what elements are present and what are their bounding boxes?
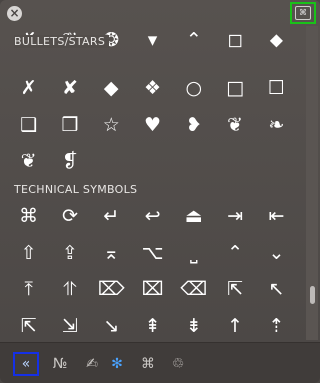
asterisk-icon[interactable]: ✻ <box>104 352 130 376</box>
technical-grid: ⌘ ⟳ ↵ ↩ ⏏ ⇥ ⇤ ⇧ ⇪ ⌅ ⌥ ⎵ ⌃ ⌄ ⤒ ⥣ ⌦ ⌧ ⌫ ⇱ … <box>8 198 304 340</box>
section-title-technical: TECHNICAL SYMBOLS <box>14 183 138 196</box>
symbol-cell[interactable]: ⌃ <box>214 235 255 272</box>
symbol-cell[interactable]: ↵ <box>91 198 132 235</box>
symbol-cell[interactable]: □ <box>214 70 255 107</box>
symbol-cell[interactable]: ◆ <box>91 70 132 107</box>
symbol-cell[interactable]: ⇞ <box>132 308 173 341</box>
symbol-cell[interactable]: ♥ <box>132 107 173 144</box>
symbol-cell[interactable]: ○ <box>173 70 214 107</box>
symbol-cell[interactable]: ❡ <box>49 143 90 180</box>
close-icon[interactable]: × <box>7 6 22 21</box>
category-bar: « № ✍ ✻ ⌘ ♲ <box>0 342 320 383</box>
symbol-cell[interactable]: ⌫ <box>173 271 214 308</box>
symbol-cell[interactable]: ⤒ <box>8 271 49 308</box>
number-symbols-icon[interactable]: № <box>47 352 73 376</box>
pen-icon[interactable]: ✍ <box>79 352 105 376</box>
symbol-cell[interactable]: ☐ <box>256 70 297 107</box>
symbol-cell[interactable]: ❧ <box>256 107 297 144</box>
keyboard-icon: ⌘ <box>295 6 311 20</box>
symbol-cell[interactable]: ❒ <box>49 107 90 144</box>
symbol-cell[interactable]: ⌧ <box>132 271 173 308</box>
recycle-icon[interactable]: ♲ <box>165 352 191 376</box>
symbol-cell[interactable]: ❦ <box>8 143 49 180</box>
symbol-cell[interactable]: ⌃ <box>173 28 214 59</box>
symbol-cell[interactable]: ⇲ <box>49 308 90 341</box>
symbol-cell[interactable]: ❦ <box>214 107 255 144</box>
symbol-cell[interactable]: ⟳ <box>49 198 90 235</box>
symbol-cell[interactable]: ⌥ <box>132 235 173 272</box>
symbol-cell[interactable]: ⇧ <box>8 235 49 272</box>
symbol-cell[interactable]: ⌦ <box>91 271 132 308</box>
symbol-cell[interactable]: ⇪ <box>49 235 90 272</box>
collapse-sidebar-icon[interactable]: « <box>13 352 39 376</box>
symbol-cell[interactable]: ↩ <box>132 198 173 235</box>
symbol-cell[interactable]: ⇟ <box>173 308 214 341</box>
character-viewer-panel: × ⌘ ✗ ❦ ❂ ▾ ⌃ ◻ ⬥ BULLETS/STARS ✗ ✘ ◆ ❖ … <box>0 0 320 383</box>
bullets-grid: ✗ ✘ ◆ ❖ ○ □ ☐ ❑ ❒ ☆ ♥ ❥ ❦ ❧ ❦ ❡ <box>8 70 304 180</box>
symbol-cell[interactable]: ✘ <box>49 70 90 107</box>
symbol-cell[interactable]: ↑ <box>214 308 255 341</box>
symbol-cell[interactable]: ☆ <box>91 107 132 144</box>
symbol-cell[interactable]: ❥ <box>173 107 214 144</box>
symbol-cell[interactable]: ⌄ <box>256 235 297 272</box>
symbol-cell[interactable]: ▾ <box>132 28 173 59</box>
symbol-cell[interactable]: ⏏ <box>173 198 214 235</box>
symbol-list: ✗ ❦ ❂ ▾ ⌃ ◻ ⬥ BULLETS/STARS ✗ ✘ ◆ ❖ ○ □ … <box>0 28 306 340</box>
symbol-cell[interactable]: ⬥ <box>256 28 297 59</box>
symbol-cell[interactable]: ⇱ <box>214 271 255 308</box>
symbol-cell[interactable]: ⥣ <box>49 271 90 308</box>
symbol-cell[interactable]: ⌘ <box>8 198 49 235</box>
symbol-cell[interactable]: ↘ <box>91 308 132 341</box>
symbol-cell[interactable]: ◻ <box>214 28 255 59</box>
symbol-cell[interactable]: ❑ <box>8 107 49 144</box>
keyboard-viewer-button[interactable]: ⌘ <box>290 2 316 24</box>
scroll-thumb[interactable] <box>310 286 315 304</box>
symbol-cell[interactable]: ⇤ <box>256 198 297 235</box>
symbol-cell[interactable]: ⇱ <box>8 308 49 341</box>
symbol-cell[interactable]: ↖ <box>256 271 297 308</box>
symbol-cell[interactable]: ⌅ <box>91 235 132 272</box>
symbol-cell[interactable]: ⇡ <box>256 308 297 341</box>
command-icon[interactable]: ⌘ <box>135 352 161 376</box>
section-title-bullets: BULLETS/STARS <box>14 35 110 48</box>
vertical-scrollbar[interactable] <box>306 26 318 340</box>
symbol-cell[interactable]: ❖ <box>132 70 173 107</box>
symbol-cell[interactable]: ✗ <box>8 70 49 107</box>
symbol-cell[interactable]: ⎵ <box>173 235 214 272</box>
symbol-cell[interactable]: ⇥ <box>214 198 255 235</box>
